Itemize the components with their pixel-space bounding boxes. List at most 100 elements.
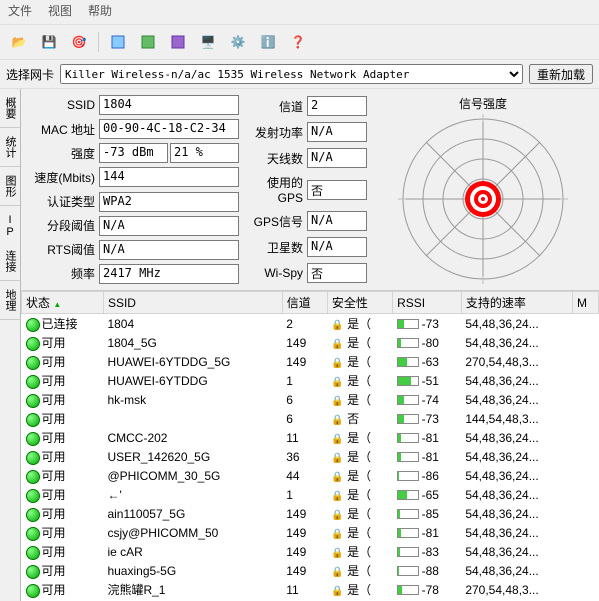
info-icon[interactable]: ℹ️ bbox=[255, 29, 281, 55]
open-icon[interactable]: 📂 bbox=[6, 29, 32, 55]
table-row[interactable]: 可用ie cAR149🔒 是（-8354,48,36,24... bbox=[22, 542, 599, 561]
toolbar: 📂 💾 🎯 🖥️ ⚙️ ℹ️ ❓ bbox=[0, 24, 599, 59]
lock-icon: 🔒 bbox=[331, 377, 343, 388]
menu-view[interactable]: 视图 bbox=[48, 2, 72, 22]
field-value: N/A bbox=[307, 237, 367, 257]
field-value: 2 bbox=[307, 96, 367, 116]
table-row[interactable]: 可用1804_5G149🔒 是（-8054,48,36,24... bbox=[22, 333, 599, 352]
signal-radar bbox=[398, 114, 568, 284]
menu-file[interactable]: 文件 bbox=[8, 2, 32, 22]
target-icon[interactable]: 🎯 bbox=[66, 29, 92, 55]
tab-stats[interactable]: 统计 bbox=[0, 128, 20, 167]
field-value: N/A bbox=[307, 211, 367, 231]
rssi-bar bbox=[397, 471, 419, 481]
lock-icon: 🔒 bbox=[331, 567, 343, 578]
status-dot bbox=[26, 413, 40, 427]
tab-ip[interactable]: IP 连接 bbox=[0, 206, 20, 281]
rssi-bar bbox=[397, 509, 419, 519]
rssi-bar bbox=[397, 547, 419, 557]
rssi-bar bbox=[397, 376, 419, 386]
tab-geo[interactable]: 地理 bbox=[0, 281, 20, 320]
table-row[interactable]: 可用HUAWEI-6YTDDG1🔒 是（-5154,48,36,24... bbox=[22, 371, 599, 390]
menu-help[interactable]: 帮助 bbox=[88, 2, 112, 22]
field-value: 否 bbox=[307, 263, 367, 283]
globe2-icon[interactable] bbox=[135, 29, 161, 55]
lock-icon: 🔒 bbox=[331, 358, 343, 369]
field-label: Wi-Spy bbox=[245, 266, 305, 280]
table-row[interactable]: 可用HUAWEI-6YTDDG_5G149🔒 是（-63270,54,48,3.… bbox=[22, 352, 599, 371]
tab-graph[interactable]: 图形 bbox=[0, 167, 20, 206]
adapter-label: 选择网卡 bbox=[6, 66, 54, 83]
status-dot bbox=[26, 318, 40, 332]
field-label: 频率 bbox=[27, 265, 97, 282]
status-dot bbox=[26, 489, 40, 503]
network-table[interactable]: 状态 ▲SSID信道安全性RSSI支持的速率M已连接18042🔒 是（-7354… bbox=[21, 291, 599, 601]
field-value: N/A bbox=[307, 122, 367, 142]
rssi-bar bbox=[397, 490, 419, 500]
lock-icon: 🔒 bbox=[331, 434, 343, 445]
signal-strength-label: 信号强度 bbox=[459, 95, 507, 112]
gear-icon[interactable]: ⚙️ bbox=[225, 29, 251, 55]
lock-icon: 🔒 bbox=[331, 415, 343, 426]
status-dot bbox=[26, 546, 40, 560]
column-header[interactable]: 信道 bbox=[282, 292, 327, 314]
rssi-bar bbox=[397, 452, 419, 462]
rssi-bar bbox=[397, 357, 419, 367]
rssi-bar bbox=[397, 528, 419, 538]
rssi-bar bbox=[397, 433, 419, 443]
table-row[interactable]: 可用6🔒 否-73144,54,48,3... bbox=[22, 409, 599, 428]
rssi-bar bbox=[397, 319, 419, 329]
field-value: 否 bbox=[307, 180, 367, 200]
field-label: MAC 地址 bbox=[27, 121, 97, 138]
table-row[interactable]: 可用hk-msk6🔒 是（-7454,48,36,24... bbox=[22, 390, 599, 409]
field-label: 速度(Mbits) bbox=[27, 169, 97, 186]
save-icon[interactable]: 💾 bbox=[36, 29, 62, 55]
lock-icon: 🔒 bbox=[331, 453, 343, 464]
lock-icon: 🔒 bbox=[331, 529, 343, 540]
adapter-select[interactable]: Killer Wireless-n/a/ac 1535 Wireless Net… bbox=[60, 64, 523, 84]
table-row[interactable]: 可用csjy@PHICOMM_50149🔒 是（-8154,48,36,24..… bbox=[22, 523, 599, 542]
field-value: N/A bbox=[99, 216, 239, 236]
table-row[interactable]: 可用ain110057_5G149🔒 是（-8554,48,36,24... bbox=[22, 504, 599, 523]
field-label: 使用的GPS bbox=[245, 174, 305, 205]
field-label: 信道 bbox=[245, 98, 305, 115]
field-value: N/A bbox=[99, 240, 239, 260]
lock-icon: 🔒 bbox=[331, 548, 343, 559]
screen-icon[interactable]: 🖥️ bbox=[195, 29, 221, 55]
table-row[interactable]: 可用浣熊罐R_111🔒 是（-78270,54,48,3... bbox=[22, 580, 599, 599]
field-value: N/A bbox=[307, 148, 367, 168]
status-dot bbox=[26, 451, 40, 465]
column-header[interactable]: RSSI bbox=[393, 292, 462, 314]
column-header[interactable]: 安全性 bbox=[327, 292, 392, 314]
table-row[interactable]: 可用←'1🔒 是（-6554,48,36,24... bbox=[22, 485, 599, 504]
rssi-bar bbox=[397, 395, 419, 405]
field-value: 00-90-4C-18-C2-34 bbox=[99, 119, 239, 139]
field-value: 2417 MHz bbox=[99, 264, 239, 284]
field-label: SSID bbox=[27, 98, 97, 112]
table-row[interactable]: 可用@PHICOMM_30_5G44🔒 是（-8654,48,36,24... bbox=[22, 466, 599, 485]
field-label: 发射功率 bbox=[245, 124, 305, 141]
reload-button[interactable]: 重新加载 bbox=[529, 64, 593, 84]
column-header[interactable]: 支持的速率 bbox=[461, 292, 572, 314]
status-dot bbox=[26, 565, 40, 579]
lock-icon: 🔒 bbox=[331, 320, 343, 331]
rssi-bar bbox=[397, 566, 419, 576]
help-icon[interactable]: ❓ bbox=[285, 29, 311, 55]
globe3-icon[interactable] bbox=[165, 29, 191, 55]
status-dot bbox=[26, 470, 40, 484]
column-header[interactable]: M bbox=[573, 292, 599, 314]
field-value: 1804 bbox=[99, 95, 239, 115]
separator bbox=[98, 32, 99, 52]
lock-icon: 🔒 bbox=[331, 586, 343, 597]
table-row[interactable]: 可用USER_142620_5G36🔒 是（-8154,48,36,24... bbox=[22, 447, 599, 466]
globe1-icon[interactable] bbox=[105, 29, 131, 55]
table-row[interactable]: 可用huaxing5-5G149🔒 是（-8854,48,36,24... bbox=[22, 561, 599, 580]
table-row[interactable]: 可用CMCC-20211🔒 是（-8154,48,36,24... bbox=[22, 428, 599, 447]
details-right: 信道2发射功率N/A天线数N/A使用的GPS否GPS信号N/A卫星数N/AWi-… bbox=[245, 95, 367, 284]
status-dot bbox=[26, 508, 40, 522]
column-header[interactable]: SSID bbox=[103, 292, 282, 314]
table-row[interactable]: 已连接18042🔒 是（-7354,48,36,24... bbox=[22, 314, 599, 334]
column-header[interactable]: 状态 ▲ bbox=[22, 292, 104, 314]
tab-summary[interactable]: 概要 bbox=[0, 89, 20, 128]
status-dot bbox=[26, 432, 40, 446]
